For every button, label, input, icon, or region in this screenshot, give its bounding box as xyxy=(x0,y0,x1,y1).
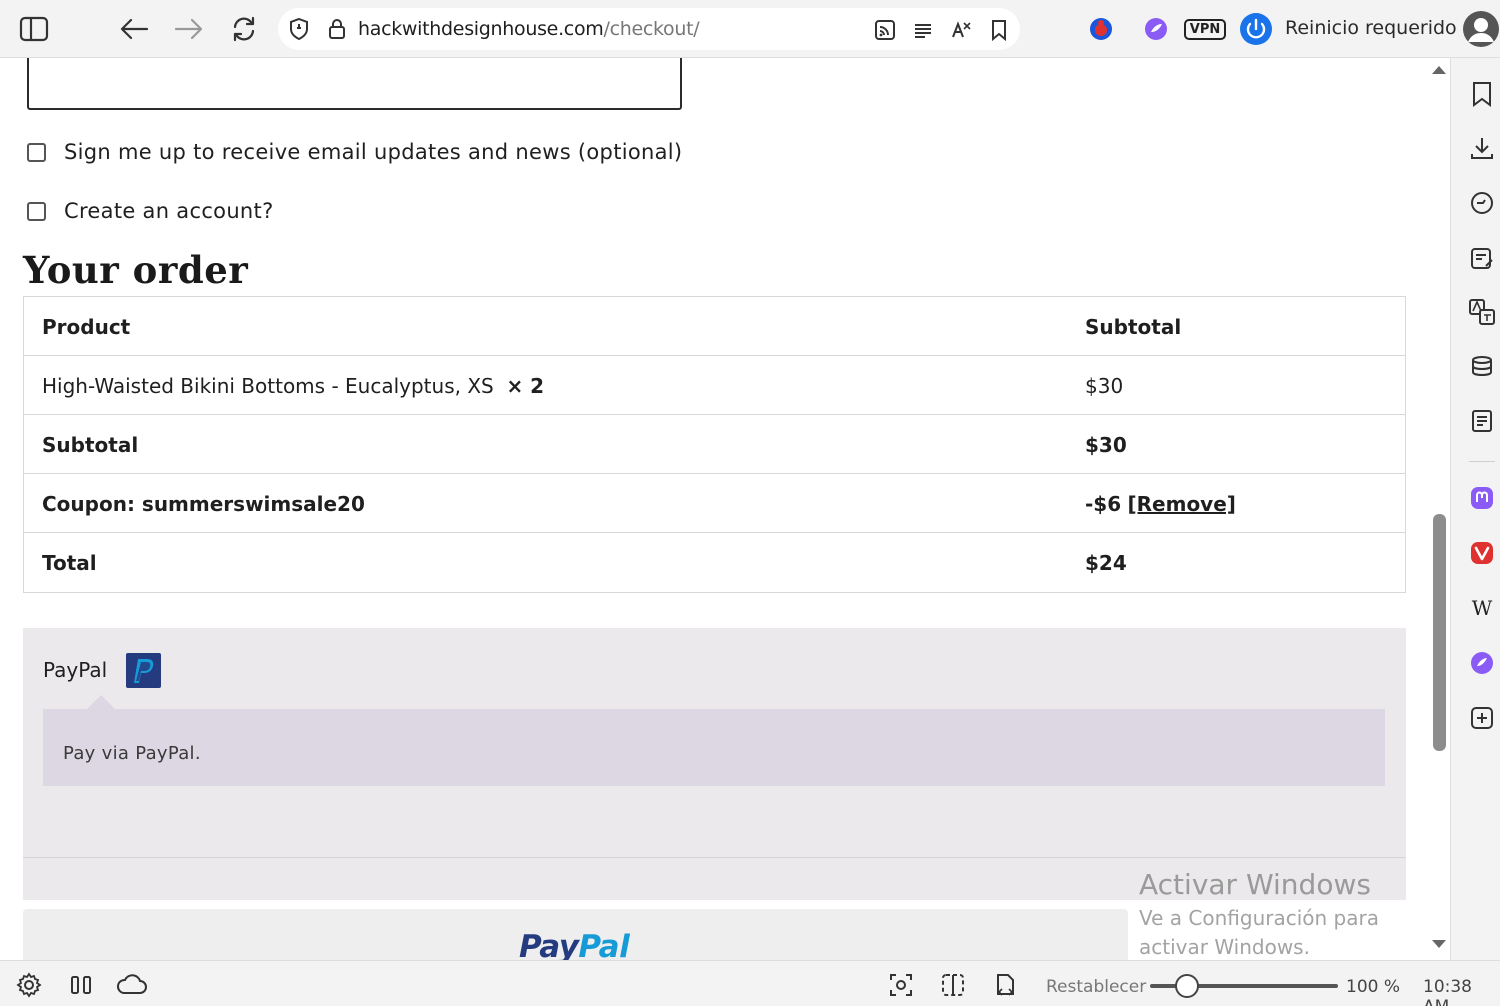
paypal-logo-pal: Pal xyxy=(578,929,630,960)
newsletter-checkbox[interactable] xyxy=(27,142,46,162)
tiling-icon[interactable] xyxy=(938,971,968,999)
add-panel-icon[interactable] xyxy=(1466,702,1498,734)
forward-icon[interactable] xyxy=(173,14,205,44)
address-bar[interactable]: hackwithdesignhouse.com/checkout/ xyxy=(278,8,1020,50)
create-account-row[interactable]: Create an account? xyxy=(27,199,274,223)
clock: 10:38 AM xyxy=(1423,977,1472,1006)
table-row: High-Waisted Bikini Bottoms - Eucalyptus… xyxy=(24,356,1405,415)
scrollbar-thumb[interactable] xyxy=(1433,514,1446,751)
paypal-description-box: Pay via PayPal. xyxy=(43,709,1385,786)
page-scrollbar[interactable] xyxy=(1428,58,1450,960)
vpn-badge[interactable]: VPN xyxy=(1183,15,1227,43)
zoom-level: 100 % xyxy=(1346,977,1401,997)
side-panel: W xyxy=(1450,58,1500,960)
zoom-reset-button[interactable]: Restablecer xyxy=(1046,977,1146,997)
panel-separator xyxy=(1469,461,1495,462)
url-domain: hackwithdesignhouse.com xyxy=(358,18,604,40)
history-icon[interactable] xyxy=(1466,187,1498,219)
vpn-label: VPN xyxy=(1183,18,1227,40)
paypal-method-label[interactable]: PayPal xyxy=(43,658,107,682)
scroll-up-arrow-icon[interactable] xyxy=(1432,66,1446,74)
total-value: $24 xyxy=(1085,551,1127,575)
translate-icon[interactable] xyxy=(948,17,974,43)
windows-activation-subtitle: Ve a Configuración para activar Windows. xyxy=(1139,906,1379,959)
product-header: Product xyxy=(42,315,131,339)
total-label: Total xyxy=(42,551,97,575)
order-table: Product Subtotal High-Waisted Bikini Bot… xyxy=(23,296,1406,593)
profile-avatar-icon[interactable] xyxy=(1462,9,1500,49)
subtotal-label: Subtotal xyxy=(42,433,139,457)
restart-required-text[interactable]: Reinicio requerido xyxy=(1285,17,1457,39)
remove-coupon-link[interactable]: [Remove] xyxy=(1128,492,1236,516)
power-icon[interactable] xyxy=(1238,11,1274,47)
sidebar-toggle-icon[interactable] xyxy=(18,14,50,44)
product-name: High-Waisted Bikini Bottoms - Eucalyptus… xyxy=(42,374,494,398)
tile-pause-icon[interactable] xyxy=(66,971,96,999)
url-path: /checkout/ xyxy=(603,18,700,40)
reader-panel-icon[interactable] xyxy=(1466,405,1498,437)
create-account-label[interactable]: Create an account? xyxy=(64,199,274,223)
purple-extension-icon[interactable] xyxy=(1466,647,1498,679)
notes-icon[interactable] xyxy=(1466,242,1498,274)
reader-view-icon[interactable] xyxy=(910,17,936,43)
paypal-button-logo: PayPal xyxy=(519,929,630,960)
payment-divider xyxy=(23,857,1406,858)
lock-icon[interactable] xyxy=(326,16,348,42)
newsletter-row[interactable]: Sign me up to receive email updates and … xyxy=(27,140,682,164)
paypal-description: Pay via PayPal. xyxy=(63,743,201,764)
paypal-logo-pay: Pay xyxy=(519,929,579,960)
scroll-down-arrow-icon[interactable] xyxy=(1432,940,1446,948)
url-text: hackwithdesignhouse.com/checkout/ xyxy=(358,18,700,40)
vivaldi-icon[interactable] xyxy=(1466,537,1498,569)
reload-icon[interactable] xyxy=(228,14,260,44)
browser-toolbar: hackwithdesignhouse.com/checkout/ VPN Re… xyxy=(0,0,1500,58)
product-price: $30 xyxy=(1085,374,1124,398)
mastodon-icon[interactable] xyxy=(1466,482,1498,514)
extension-purple-icon[interactable] xyxy=(1140,13,1172,45)
translate-panel-icon[interactable] xyxy=(1466,296,1498,328)
capture-icon[interactable] xyxy=(886,971,916,999)
subtotal-row: Subtotal $30 xyxy=(24,415,1405,474)
downloads-icon[interactable] xyxy=(1466,132,1498,164)
product-cell: High-Waisted Bikini Bottoms - Eucalyptus… xyxy=(42,374,544,398)
coupon-cell: -$6 [Remove] xyxy=(1085,492,1236,516)
create-account-checkbox[interactable] xyxy=(27,201,46,221)
page-actions-icon[interactable] xyxy=(990,971,1020,999)
coupon-label: Coupon: summerswimsale20 xyxy=(42,492,365,516)
subtotal-value: $30 xyxy=(1085,433,1127,457)
total-row: Total $24 xyxy=(24,533,1405,592)
coupon-value: -$6 xyxy=(1085,492,1122,516)
product-quantity: × 2 xyxy=(506,374,545,398)
shield-icon[interactable] xyxy=(286,16,312,42)
windows-activation-title: Activar Windows xyxy=(1139,868,1371,901)
paypal-logo-icon xyxy=(126,653,161,688)
bookmarks-panel-icon[interactable] xyxy=(1466,78,1498,110)
coupon-row: Coupon: summerswimsale20 -$6 [Remove] xyxy=(24,474,1405,533)
status-bar: Restablecer 100 % 10:38 AM xyxy=(0,960,1500,1006)
description-pointer xyxy=(87,695,115,709)
back-icon[interactable] xyxy=(118,14,150,44)
order-notes-textarea[interactable] xyxy=(27,58,682,110)
reading-list-icon[interactable] xyxy=(1466,350,1498,382)
table-header-row: Product Subtotal xyxy=(24,297,1405,356)
subtotal-header: Subtotal xyxy=(1085,315,1182,339)
settings-gear-icon[interactable] xyxy=(14,971,44,999)
order-title: Your order xyxy=(23,248,249,292)
payment-methods: PayPal Pay via PayPal. xyxy=(23,628,1406,900)
zoom-slider-handle[interactable] xyxy=(1175,974,1199,998)
extension-bug-icon[interactable] xyxy=(1085,13,1117,45)
paypal-checkout-button[interactable]: PayPal xyxy=(23,909,1128,960)
bookmark-icon[interactable] xyxy=(986,17,1012,43)
wikipedia-icon[interactable]: W xyxy=(1466,592,1498,624)
page-content: Sign me up to receive email updates and … xyxy=(0,58,1428,960)
rss-icon[interactable] xyxy=(872,17,898,43)
newsletter-label[interactable]: Sign me up to receive email updates and … xyxy=(64,140,682,164)
cloud-sync-icon[interactable] xyxy=(114,971,150,999)
